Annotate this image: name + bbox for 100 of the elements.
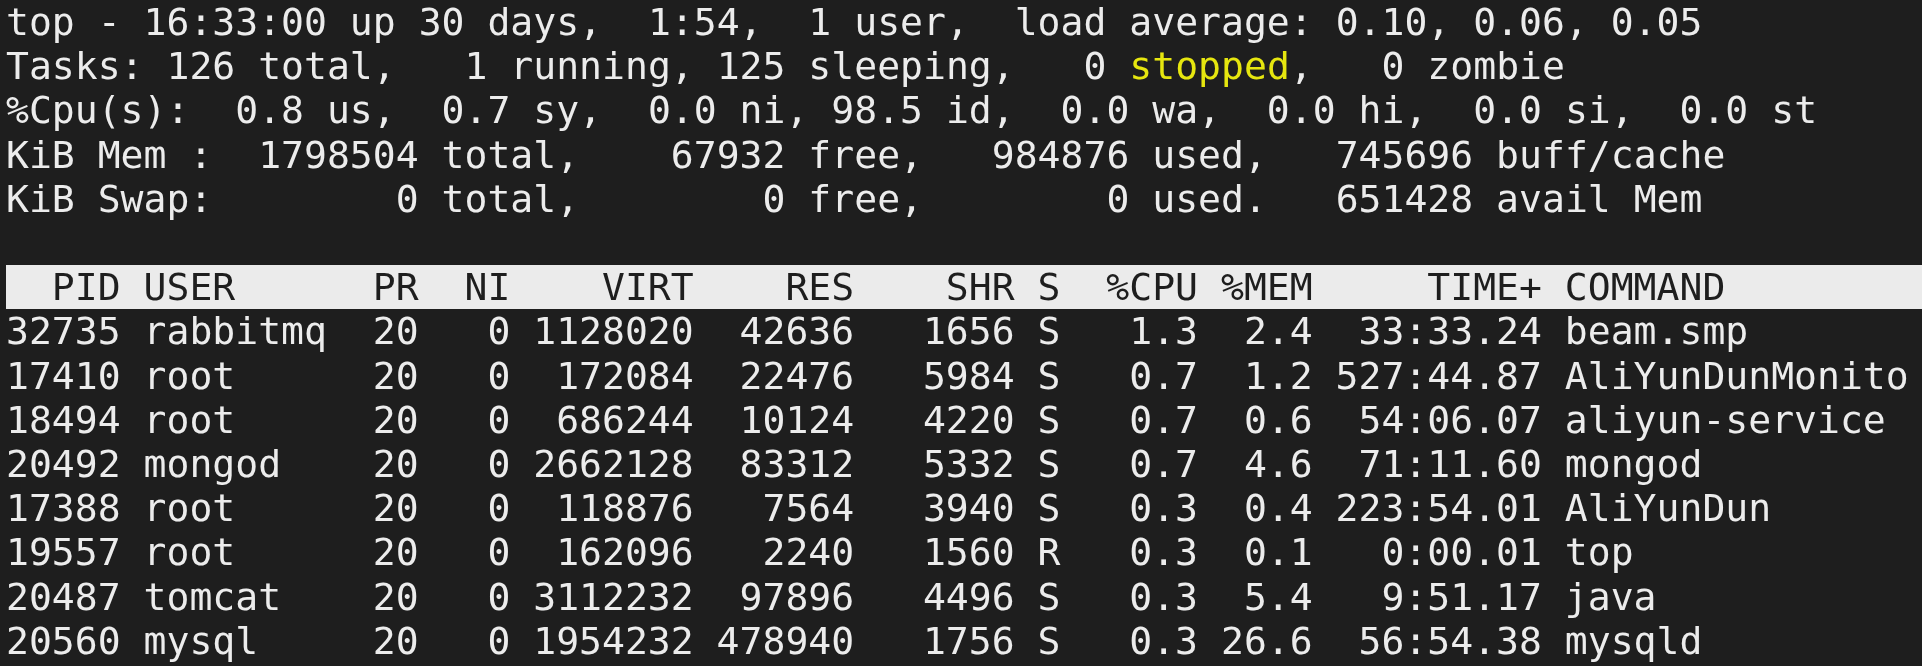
table-cell-text: 1.2 (1242, 353, 1313, 398)
table-cell-text: 20 (371, 309, 419, 354)
table-cell-text: 0:00.01 (1380, 530, 1542, 575)
table-cell-text: 1.3 (1128, 309, 1199, 354)
table-cell: 18494 (6, 397, 121, 442)
table-cell-text: 686244 (555, 397, 694, 442)
table-cell: mysqld (1564, 618, 1703, 663)
table-cell-text: 42636 (738, 309, 855, 354)
table-cell-text: 223:54.01 (1334, 486, 1542, 531)
column-header: USER (143, 265, 237, 310)
table-cell-text: 0.3 (1128, 530, 1199, 575)
column-header: VIRT (601, 265, 694, 310)
table-cell: AliYunDun (1564, 486, 1772, 531)
table-cell-text: root (143, 353, 237, 398)
column-header: NI (463, 265, 511, 310)
column-header: S (1036, 265, 1061, 310)
table-cell-text: 0.3 (1128, 486, 1199, 531)
table-cell: 20560 (6, 618, 121, 663)
table-cell-text: 20 (371, 618, 419, 663)
table-cell-text: 7564 (761, 486, 855, 531)
table-cell-text: 1560 (921, 530, 1015, 575)
table-cell: 20492 (6, 441, 121, 487)
table-cell-text: S (1036, 309, 1061, 354)
table-cell-text: 0.4 (1242, 486, 1313, 531)
table-cell-text: 0 (486, 441, 511, 487)
table-cell-text: 5.4 (1242, 574, 1313, 619)
column-header: PR (371, 265, 419, 310)
table-cell: aliyun-service (1564, 397, 1886, 442)
table-cell-text: 0.7 (1128, 353, 1199, 398)
table-cell: AliYunDunMonito (1564, 353, 1909, 398)
table-cell-text: 527:44.87 (1334, 353, 1542, 398)
status-line: Tasks: 126 total, 1 running, 125 sleeping, 0 stopped, 0 zombie (6, 44, 1566, 89)
table-cell-text: 4496 (921, 574, 1015, 619)
table-cell-text: 0 (486, 353, 511, 398)
table-cell-text: 97896 (738, 574, 855, 619)
table-cell-text: 0 (486, 618, 511, 663)
table-cell-text: 0.7 (1128, 441, 1199, 487)
table-cell-text: 83312 (738, 441, 855, 487)
table-cell-text: 5332 (921, 441, 1015, 487)
table-cell-text: S (1036, 486, 1061, 531)
table-cell-text: root (143, 397, 237, 442)
table-cell-text: mysql (143, 618, 260, 663)
table-cell-text: 54:06.07 (1357, 397, 1542, 442)
status-line: KiB Mem : 1798504 total, 67932 free, 984876 used, 745696 buff/cache (6, 132, 1727, 177)
table-cell-text: 0 (486, 530, 511, 575)
table-cell-text: 20 (371, 353, 419, 398)
table-cell-text: root (143, 530, 237, 575)
table-cell-text: 33:33.24 (1357, 309, 1542, 354)
column-header: RES (784, 265, 855, 310)
table-cell-text: 172084 (555, 353, 694, 398)
table-cell-text: 9:51.17 (1380, 574, 1542, 619)
table-cell-text: R (1036, 530, 1061, 575)
table-cell-text: S (1036, 397, 1061, 442)
table-cell: 32735 (6, 309, 121, 354)
column-header: TIME+ (1426, 265, 1542, 310)
table-cell-text: S (1036, 574, 1061, 619)
table-cell-text: 0 (486, 574, 511, 619)
table-cell: top (1564, 530, 1634, 575)
table-cell-text: 20 (371, 441, 419, 487)
column-header: %MEM (1219, 265, 1313, 310)
table-cell-text: 10124 (738, 397, 855, 442)
table-cell-text: S (1036, 353, 1061, 398)
table-cell: 20487 (6, 574, 121, 619)
table-cell-text: 2.4 (1242, 309, 1313, 354)
table-cell-text: 0.1 (1242, 530, 1313, 575)
table-cell-text: 0.3 (1128, 574, 1199, 619)
table-cell: 17410 (6, 353, 121, 398)
status-line: top - 16:33:00 up 30 days, 1:54, 1 user, load average: 0.10, 0.06, 0.05 (6, 0, 1704, 45)
table-cell: 17388 (6, 486, 121, 531)
table-cell: java (1564, 574, 1657, 619)
column-header: PID (50, 265, 121, 310)
status-line: KiB Swap: 0 total, 0 free, 0 used. 651428 avail Mem (6, 176, 1704, 221)
table-cell-text: S (1036, 441, 1061, 487)
table-cell-text: 478940 (715, 618, 855, 663)
table-cell-text: 0.3 (1128, 618, 1199, 663)
table-cell-text: 4.6 (1242, 441, 1313, 487)
table-cell-text: 1128020 (532, 309, 694, 354)
table-cell-text: 2240 (761, 530, 855, 575)
table-cell-text: 71:11.60 (1357, 441, 1542, 487)
table-cell-text: root (143, 486, 237, 531)
table-cell-text: 0.6 (1242, 397, 1313, 442)
table-cell-text: 1656 (921, 309, 1015, 354)
table-cell-text: tomcat (143, 574, 283, 619)
table-cell: mongod (1564, 441, 1703, 487)
table-cell-text: 162096 (555, 530, 694, 575)
status-line: %Cpu(s): 0.8 us, 0.7 sy, 0.0 ni, 98.5 id, 0.0 wa, 0.0 hi, 0.0 si, 0.0 st (6, 88, 1819, 133)
table-cell-text: 0 (486, 309, 511, 354)
table-cell-text: 20 (371, 397, 419, 442)
table-cell-text: 3940 (921, 486, 1015, 531)
table-cell-text: 1954232 (532, 618, 694, 663)
table-cell-text: 0 (486, 486, 511, 531)
table-cell-text: 20 (371, 530, 419, 575)
table-cell-text: 2662128 (532, 441, 694, 487)
column-header: COMMAND (1564, 265, 1726, 310)
table-cell: rabbitmq (143, 309, 327, 354)
column-header: %CPU (1105, 265, 1199, 310)
table-cell-text: 20 (371, 574, 419, 619)
table-cell-text: 26.6 (1219, 618, 1313, 663)
table-cell-text: 0.7 (1128, 397, 1199, 442)
column-header: SHR (944, 265, 1015, 310)
